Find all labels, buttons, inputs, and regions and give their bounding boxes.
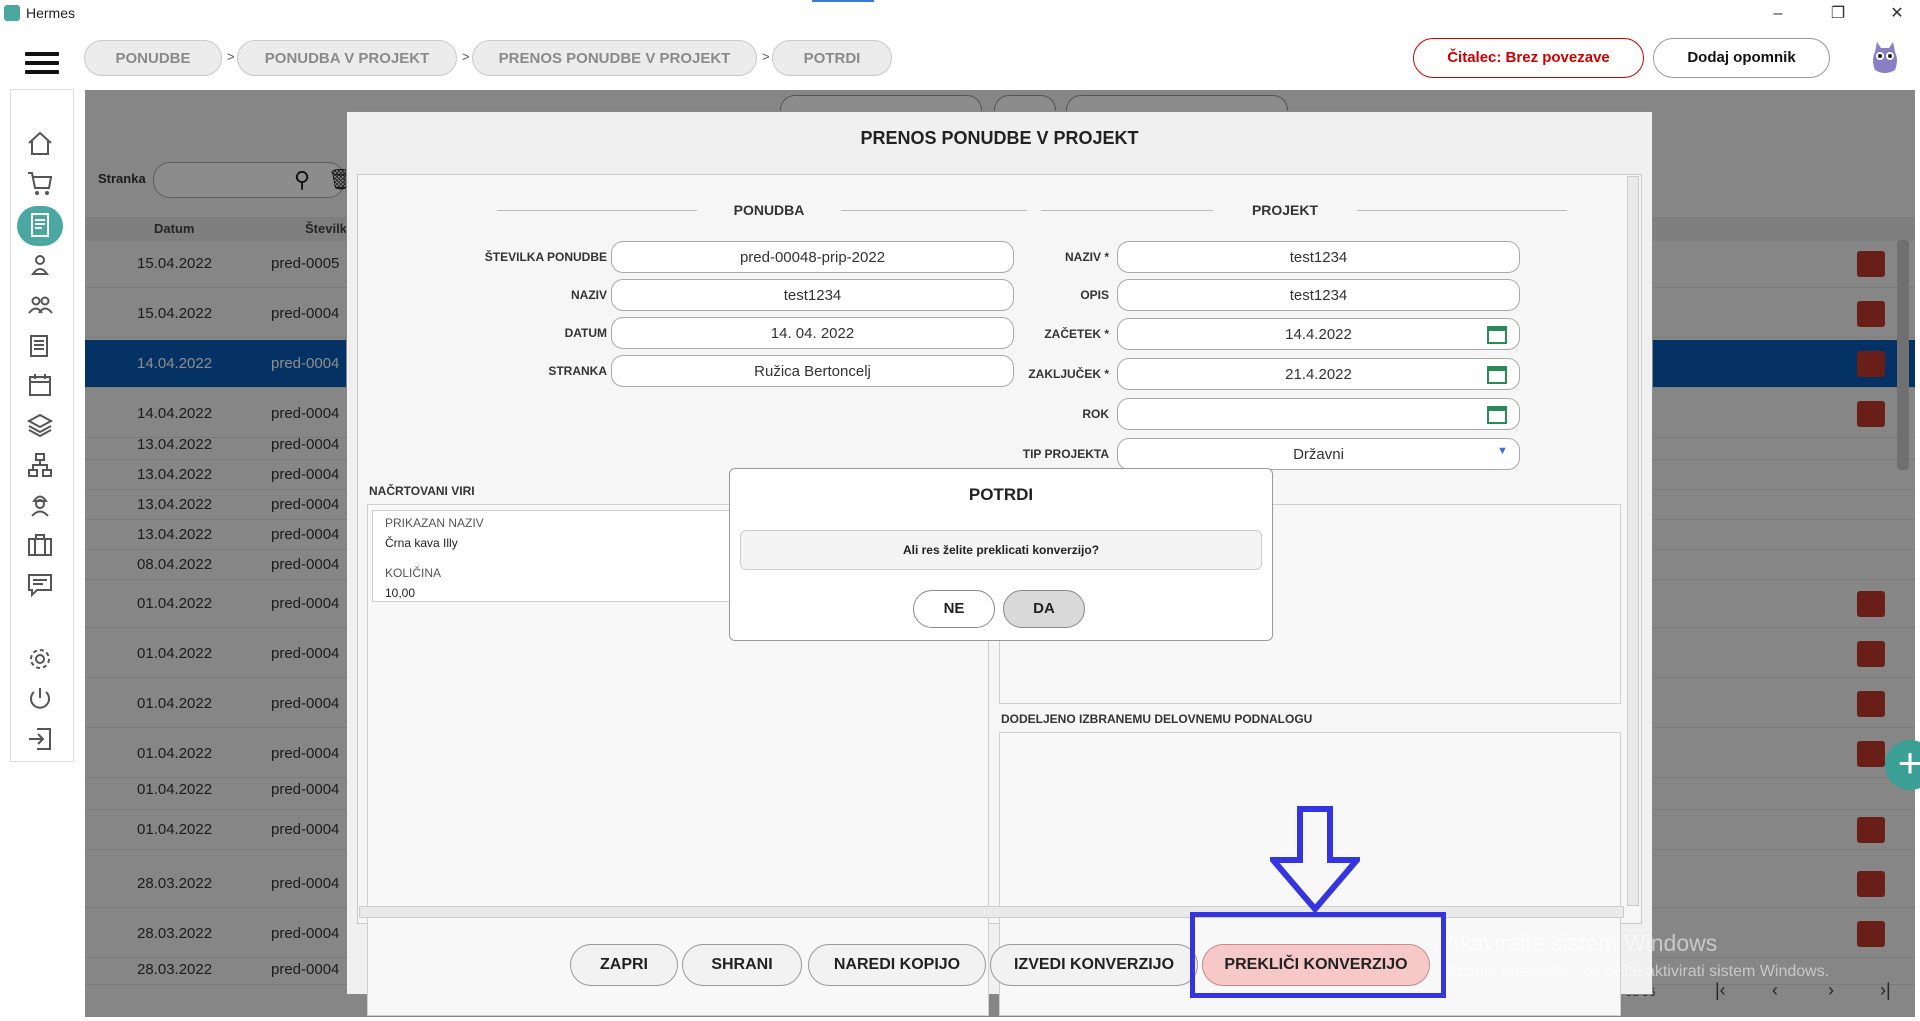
breadcrumb-separator: > xyxy=(762,49,770,64)
windows-activation-watermark-hint: Odprite nastavitve, če želite aktivirati… xyxy=(1445,963,1830,980)
annotation-highlight-box xyxy=(1190,912,1446,998)
cart-icon[interactable] xyxy=(25,168,59,198)
close-window-button[interactable]: ✕ xyxy=(1874,2,1920,26)
card-reader-status-button[interactable]: Čitalec: Brez povezave xyxy=(1413,38,1644,78)
close-button[interactable]: ZAPRI xyxy=(570,944,678,986)
project-description-label: OPIS xyxy=(1080,288,1109,302)
offer-number-label: ŠTEVILKA PONUDBE xyxy=(484,250,607,264)
project-deadline-label: ROK xyxy=(1082,407,1109,421)
offer-name-label: NAZIV xyxy=(571,288,607,302)
section-divider xyxy=(1357,210,1567,211)
project-description-field[interactable]: test1234 xyxy=(1117,279,1520,311)
gear-icon[interactable] xyxy=(25,644,59,674)
confirm-dialog: POTRDI Ali res želite preklicati konverz… xyxy=(729,468,1273,641)
resource-name-label: PRIKAZAN NAZIV xyxy=(385,516,484,530)
window-title: Hermes xyxy=(26,5,76,21)
document-icon[interactable] xyxy=(25,210,59,240)
ponudba-section-title: PONUDBA xyxy=(733,202,805,218)
resource-quantity-label: KOLIČINA xyxy=(385,566,442,580)
briefcase-icon[interactable] xyxy=(25,530,59,560)
breadcrumb-prenos[interactable]: PRENOS PONUDBE V PROJEKT xyxy=(472,40,757,76)
resource-quantity-value: 10,00 xyxy=(385,586,416,600)
vertical-scrollbar[interactable] xyxy=(1627,176,1639,906)
maximize-button[interactable]: ❐ xyxy=(1815,2,1861,26)
save-button[interactable]: SHRANI xyxy=(682,944,802,986)
project-type-select[interactable]: Državni xyxy=(1117,438,1520,470)
project-start-field[interactable]: 14.4.2022 xyxy=(1117,318,1520,350)
org-chart-icon[interactable] xyxy=(25,450,59,480)
menu-icon[interactable] xyxy=(25,52,59,76)
resource-name-value: Črna kava Illy xyxy=(385,536,458,550)
confirm-dialog-title: POTRDI xyxy=(968,485,1034,504)
window-titlebar xyxy=(0,0,1920,27)
offer-customer-label: STRANKA xyxy=(548,364,607,378)
minimize-button[interactable]: – xyxy=(1755,2,1801,26)
app-icon xyxy=(4,5,20,21)
breadcrumb-ponudba-v-projekt[interactable]: PONUDBA V PROJEKT xyxy=(237,40,457,76)
project-deadline-field[interactable] xyxy=(1117,398,1520,430)
project-type-label: TIP PROJEKTA xyxy=(1022,447,1109,461)
worker-icon[interactable] xyxy=(25,490,59,520)
project-name-field[interactable]: test1234 xyxy=(1117,241,1520,273)
power-icon[interactable] xyxy=(25,684,59,714)
perform-conversion-button[interactable]: IZVEDI KONVERZIJO xyxy=(990,944,1198,986)
calendar-icon[interactable] xyxy=(25,370,59,400)
add-reminder-button[interactable]: Dodaj opomnik xyxy=(1653,38,1830,78)
modal-title: PRENOS PONUDBE V PROJEKT xyxy=(860,128,1139,148)
section-divider xyxy=(1041,210,1213,211)
project-end-label: ZAKLJUČEK * xyxy=(1028,367,1109,381)
calendar-picker-icon[interactable] xyxy=(1487,364,1507,384)
project-start-label: ZAČETEK * xyxy=(1044,327,1109,341)
breadcrumb-potrdi[interactable]: POTRDI xyxy=(772,40,892,76)
home-icon[interactable] xyxy=(25,128,59,158)
calendar-picker-icon[interactable] xyxy=(1487,324,1507,344)
confirm-no-button[interactable]: NE xyxy=(913,590,995,628)
logout-icon[interactable] xyxy=(25,724,59,754)
chat-icon[interactable] xyxy=(25,570,59,600)
breadcrumb-ponudbe[interactable]: PONUDBE xyxy=(84,40,222,76)
confirm-yes-button[interactable]: DA xyxy=(1003,590,1085,628)
project-name-label: NAZIV * xyxy=(1064,250,1109,264)
make-copy-button[interactable]: NAREDI KOPIJO xyxy=(808,944,986,986)
list-icon[interactable] xyxy=(25,330,59,360)
tab-indicator xyxy=(812,0,874,2)
breadcrumb-separator: > xyxy=(227,49,235,64)
planned-resources-title: NAČRTOVANI VIRI xyxy=(369,484,475,498)
windows-activation-watermark: Aktivirajte sistem Windows xyxy=(1445,930,1718,956)
assigned-suborder-title: DODELJENO IZBRANEMU DELOVNEMU PODNALOGU xyxy=(1001,712,1313,726)
calendar-picker-icon[interactable] xyxy=(1487,404,1507,424)
projekt-section-title: PROJEKT xyxy=(1251,202,1319,218)
section-divider xyxy=(841,210,1027,211)
confirm-dialog-message: Ali res želite preklicati konverzijo? xyxy=(740,530,1262,570)
layers-icon[interactable] xyxy=(25,410,59,440)
owl-avatar-icon[interactable] xyxy=(1869,40,1901,76)
chevron-down-icon[interactable]: ▼ xyxy=(1497,445,1508,457)
annotation-arrow-icon xyxy=(1266,805,1364,920)
project-end-field[interactable]: 21.4.2022 xyxy=(1117,358,1520,390)
people-icon[interactable] xyxy=(25,290,59,320)
person-icon[interactable] xyxy=(25,250,59,280)
offer-date-label: DATUM xyxy=(564,326,607,340)
breadcrumb-separator: > xyxy=(462,49,470,64)
section-divider xyxy=(497,210,697,211)
